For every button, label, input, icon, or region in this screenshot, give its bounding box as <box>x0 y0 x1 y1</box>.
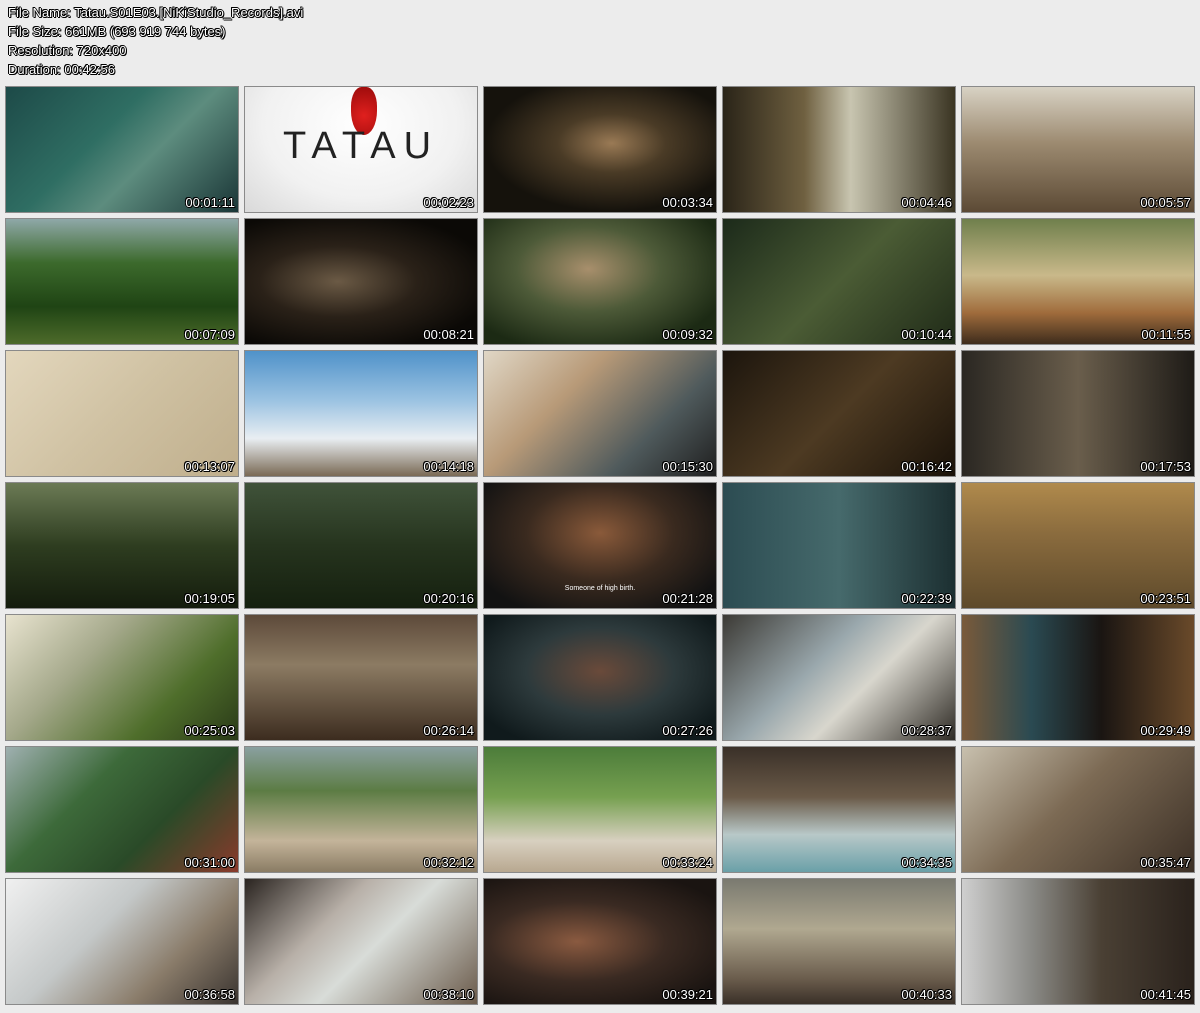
video-thumbnail: 00:22:39 <box>722 482 956 609</box>
video-thumbnail: 00:29:49 <box>961 614 1195 741</box>
timestamp: 00:17:53 <box>1140 459 1191 474</box>
timestamp: 00:35:47 <box>1140 855 1191 870</box>
video-thumbnail: 00:05:57 <box>961 86 1195 213</box>
video-thumbnail: 00:07:09 <box>5 218 239 345</box>
timestamp: 00:07:09 <box>184 327 235 342</box>
title-card-text: TATAU <box>282 125 440 167</box>
video-thumbnail: 00:11:55 <box>961 218 1195 345</box>
timestamp: 00:15:30 <box>662 459 713 474</box>
timestamp: 00:27:26 <box>662 723 713 738</box>
resolution: Resolution: 720x400 <box>8 43 127 58</box>
video-thumbnail: 00:23:51 <box>961 482 1195 609</box>
timestamp: 00:39:21 <box>662 987 713 1002</box>
video-thumbnail: 00:10:44 <box>722 218 956 345</box>
video-thumbnail: 00:38:10 <box>244 878 478 1005</box>
video-thumbnail: 00:16:42 <box>722 350 956 477</box>
video-thumbnail: 00:15:30 <box>483 350 717 477</box>
file-info-panel: File Name: Tatau.S01E03.[NiKiStudio_Reco… <box>8 3 303 79</box>
video-thumbnail: 00:35:47 <box>961 746 1195 873</box>
video-thumbnail: 00:20:16 <box>244 482 478 609</box>
timestamp: 00:40:33 <box>901 987 952 1002</box>
timestamp: 00:16:42 <box>901 459 952 474</box>
video-thumbnail: 00:09:32 <box>483 218 717 345</box>
file-name: File Name: Tatau.S01E03.[NiKiStudio_Reco… <box>8 5 304 20</box>
video-thumbnail: 00:36:58 <box>5 878 239 1005</box>
timestamp: 00:21:28 <box>662 591 713 606</box>
timestamp: 00:33:24 <box>662 855 713 870</box>
timestamp: 00:19:05 <box>184 591 235 606</box>
timestamp: 00:32:12 <box>423 855 474 870</box>
timestamp: 00:22:39 <box>901 591 952 606</box>
timestamp: 00:05:57 <box>1140 195 1191 210</box>
timestamp: 00:02:23 <box>423 195 474 210</box>
timestamp: 00:34:35 <box>901 855 952 870</box>
video-thumbnail: 00:17:53 <box>961 350 1195 477</box>
timestamp: 00:26:14 <box>423 723 474 738</box>
timestamp: 00:25:03 <box>184 723 235 738</box>
timestamp: 00:03:34 <box>662 195 713 210</box>
timestamp: 00:29:49 <box>1140 723 1191 738</box>
thumbnail-grid: 00:01:11 TATAU 00:02:23 00:03:34 00:04:46 00:… <box>5 86 1196 1008</box>
timestamp: 00:28:37 <box>901 723 952 738</box>
timestamp: 00:31:00 <box>184 855 235 870</box>
video-thumbnail: 00:25:03 <box>5 614 239 741</box>
timestamp: 00:41:45 <box>1140 987 1191 1002</box>
timestamp: 00:20:16 <box>423 591 474 606</box>
video-thumbnail: 00:26:14 <box>244 614 478 741</box>
timestamp: 00:10:44 <box>901 327 952 342</box>
video-thumbnail: 00:40:33 <box>722 878 956 1005</box>
video-thumbnail: Someone of high birth. 00:21:28 <box>483 482 717 609</box>
timestamp: 00:36:58 <box>184 987 235 1002</box>
timestamp: 00:09:32 <box>662 327 713 342</box>
video-thumbnail: 00:31:00 <box>5 746 239 873</box>
video-thumbnail: 00:14:18 <box>244 350 478 477</box>
video-thumbnail: 00:33:24 <box>483 746 717 873</box>
video-thumbnail: 00:34:35 <box>722 746 956 873</box>
video-thumbnail: 00:28:37 <box>722 614 956 741</box>
timestamp: 00:23:51 <box>1140 591 1191 606</box>
timestamp: 00:01:11 <box>185 195 235 210</box>
video-thumbnail: 00:27:26 <box>483 614 717 741</box>
video-thumbnail: 00:39:21 <box>483 878 717 1005</box>
timestamp: 00:13:07 <box>184 459 235 474</box>
timestamp: 00:14:18 <box>423 459 474 474</box>
video-thumbnail: 00:01:11 <box>5 86 239 213</box>
video-thumbnail: 00:32:12 <box>244 746 478 873</box>
video-thumbnail: 00:41:45 <box>961 878 1195 1005</box>
timestamp: 00:11:55 <box>1141 327 1191 342</box>
video-thumbnail: TATAU 00:02:23 <box>244 86 478 213</box>
video-thumbnail: 00:03:34 <box>483 86 717 213</box>
video-thumbnail: 00:04:46 <box>722 86 956 213</box>
timestamp: 00:04:46 <box>901 195 952 210</box>
file-size: File Size: 661MB (693 919 744 bytes) <box>8 24 226 39</box>
video-thumbnail: 00:13:07 <box>5 350 239 477</box>
duration: Duration: 00:42:56 <box>8 62 115 77</box>
timestamp: 00:38:10 <box>423 987 474 1002</box>
video-thumbnail: 00:19:05 <box>5 482 239 609</box>
video-thumbnail: 00:08:21 <box>244 218 478 345</box>
timestamp: 00:08:21 <box>423 327 474 342</box>
